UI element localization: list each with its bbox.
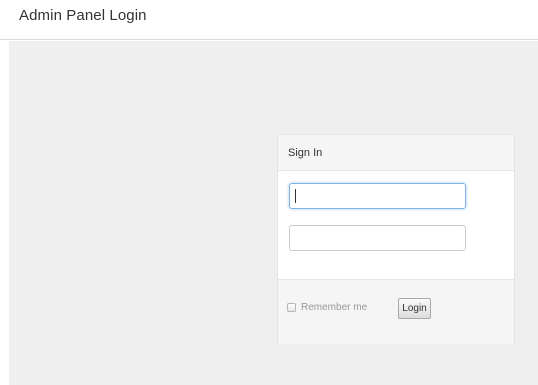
- remember-me-option[interactable]: Remember me: [287, 302, 367, 313]
- password-field[interactable]: [289, 225, 466, 251]
- username-field[interactable]: [289, 183, 466, 209]
- remember-me-checkbox[interactable]: [287, 303, 296, 312]
- panel-footer: Remember me Login: [278, 279, 514, 344]
- login-panel: Sign In Remember me Login: [277, 134, 515, 344]
- panel-header: Sign In: [278, 135, 514, 171]
- page-header: Admin Panel Login: [0, 0, 538, 40]
- remember-me-label: Remember me: [301, 302, 368, 313]
- text-caret: [295, 189, 296, 203]
- login-button[interactable]: Login: [398, 298, 431, 319]
- panel-title: Sign In: [288, 147, 323, 159]
- page-title: Admin Panel Login: [19, 7, 147, 24]
